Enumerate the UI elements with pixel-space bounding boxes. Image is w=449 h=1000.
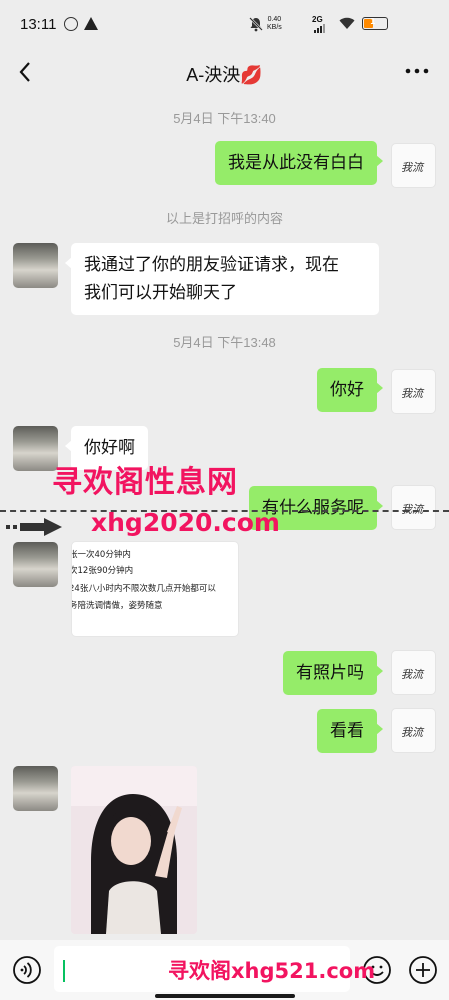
my-message-bubble[interactable]: 我是从此没有白白 — [215, 141, 383, 185]
image-text-line: 务陪洗调情做，姿势随意 — [71, 601, 163, 611]
contact-avatar[interactable] — [13, 766, 58, 811]
battery-level: 1 — [370, 17, 376, 26]
warning-icon — [84, 17, 98, 30]
net-speed-unit: KB/s — [267, 24, 282, 31]
my-avatar-calligraphy: 我流 — [401, 161, 425, 174]
watermark-text: 寻欢阁性息网 — [52, 465, 238, 500]
status-time: 13:11 — [20, 16, 57, 33]
image-message[interactable]: 张一次40分钟内 次12张90分钟内 24张八小时内不限次数几点开始都可以 务陪… — [71, 541, 239, 637]
my-avatar[interactable]: 我流 — [391, 708, 436, 753]
arrow-right-icon — [6, 518, 62, 536]
net-speed-value: 0.40 — [267, 16, 282, 23]
my-avatar[interactable]: 我流 — [391, 650, 436, 695]
contact-avatar[interactable] — [13, 243, 58, 288]
image-text-line: 张一次40分钟内 — [71, 550, 131, 560]
wifi-icon — [339, 17, 355, 29]
message-line: 我们可以开始聊天了 — [84, 283, 237, 302]
my-message-bubble[interactable]: 你好 — [317, 368, 383, 412]
net-speed: 0.40 KB/s — [267, 16, 282, 32]
svg-text:我流: 我流 — [401, 387, 425, 400]
network-type: 2G — [312, 15, 323, 24]
photo-message[interactable] — [71, 766, 197, 934]
voice-icon[interactable] — [12, 955, 42, 985]
chat-title: A-泱泱💋 — [186, 65, 263, 85]
chat-header: A-泱泱💋 — [0, 50, 449, 96]
battery-icon: 1 — [362, 17, 388, 30]
my-avatar[interactable]: 我流 — [391, 143, 436, 188]
watermark-url: xhg2020.com — [91, 508, 280, 537]
notification-ring-icon — [64, 17, 78, 31]
image-text-line: 24张八小时内不限次数几点开始都可以 — [71, 584, 216, 594]
watermark-bottom: 寻欢阁xhg521.com — [168, 959, 376, 983]
their-message-bubble[interactable]: 我通过了你的朋友验证请求，现在 我们可以开始聊天了 — [65, 243, 379, 315]
text-caret — [63, 960, 65, 982]
system-notice: 以上是打招呼的内容 — [165, 211, 283, 226]
more-dots-icon[interactable] — [403, 61, 431, 81]
timestamp: 5月4日 下午13:48 — [173, 335, 276, 350]
message-line: 我通过了你的朋友验证请求，现在 — [84, 255, 339, 274]
my-avatar[interactable]: 我流 — [391, 369, 436, 414]
svg-text:我流: 我流 — [401, 668, 425, 681]
svg-text:我流: 我流 — [401, 726, 425, 739]
plus-icon[interactable] — [408, 955, 438, 985]
timestamp: 5月4日 下午13:40 — [173, 111, 276, 126]
mute-bell-icon — [249, 17, 263, 32]
image-text-line: 次12张90分钟内 — [71, 566, 134, 576]
status-bar: 13:11 0.40 KB/s 2G 1 — [0, 0, 449, 50]
signal-icon — [314, 24, 325, 33]
contact-avatar[interactable] — [13, 542, 58, 587]
home-indicator[interactable] — [155, 994, 295, 998]
my-message-bubble[interactable]: 看看 — [317, 709, 383, 753]
my-message-bubble[interactable]: 有照片吗 — [283, 651, 383, 695]
my-avatar[interactable]: 我流 — [391, 485, 436, 530]
